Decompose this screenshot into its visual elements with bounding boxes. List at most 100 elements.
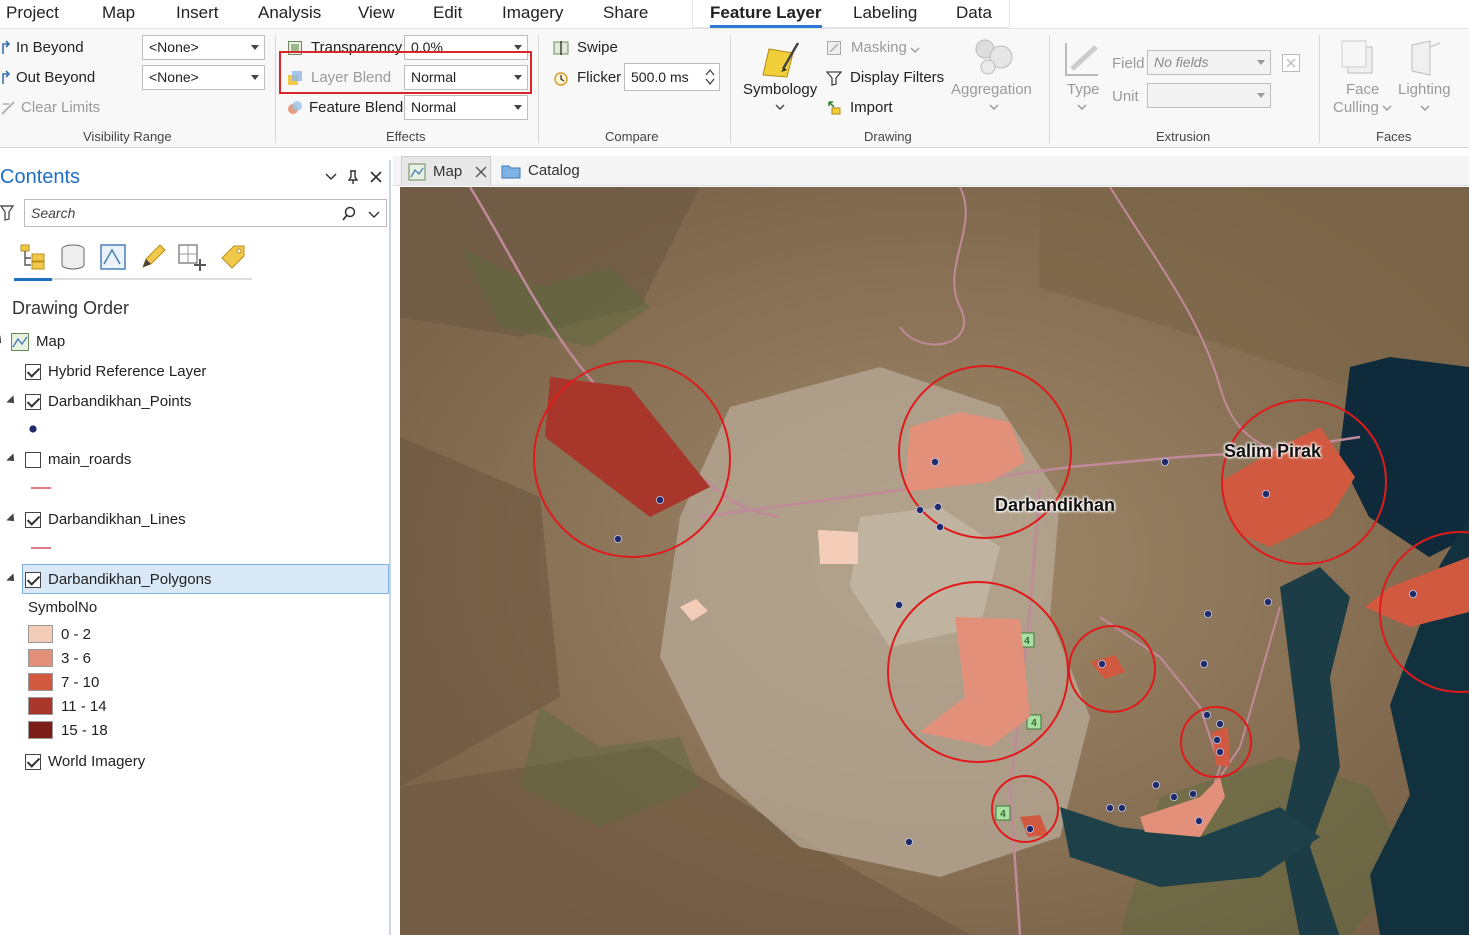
- tree-node-map[interactable]: Map: [0, 328, 390, 356]
- legend-swatch[interactable]: [28, 649, 53, 667]
- flicker-interval-stepper[interactable]: 500.0 ms: [624, 63, 720, 91]
- expression-icon[interactable]: [1281, 53, 1301, 73]
- layer-visibility-checkbox[interactable]: [25, 364, 41, 380]
- legend-swatch[interactable]: [28, 697, 53, 715]
- point-feature[interactable]: [1189, 790, 1198, 799]
- extrusion-unit-combo[interactable]: [1147, 83, 1271, 108]
- tab-map-view[interactable]: Map: [401, 156, 491, 186]
- aggregation-button[interactable]: Aggregation: [951, 81, 1032, 98]
- chevron-down-icon[interactable]: [368, 210, 380, 219]
- point-feature[interactable]: [1152, 781, 1161, 790]
- tab-view[interactable]: View: [358, 3, 395, 23]
- tab-catalog-view[interactable]: Catalog: [497, 156, 597, 186]
- expand-caret-icon[interactable]: [6, 395, 18, 407]
- out-beyond-scale-combo[interactable]: <None>: [142, 65, 265, 90]
- map-canvas[interactable]: 4 4 4: [400, 187, 1469, 935]
- expand-caret-icon[interactable]: [6, 513, 18, 525]
- point-feature[interactable]: [1216, 720, 1225, 729]
- filter-icon[interactable]: [0, 205, 14, 221]
- point-feature[interactable]: [1200, 659, 1209, 668]
- list-by-labeling-icon[interactable]: [218, 242, 248, 272]
- legend-swatch[interactable]: [28, 673, 53, 691]
- point-feature[interactable]: [1195, 817, 1204, 826]
- tab-analysis[interactable]: Analysis: [258, 3, 321, 23]
- point-feature[interactable]: [1026, 825, 1035, 834]
- point-feature[interactable]: [613, 534, 622, 543]
- tab-map[interactable]: Map: [102, 3, 135, 23]
- import-button[interactable]: Import: [850, 99, 893, 116]
- in-beyond-button[interactable]: In Beyond: [16, 39, 84, 56]
- layer-visibility-checkbox[interactable]: [25, 452, 41, 468]
- layer-row-main-roards[interactable]: main_roards: [0, 446, 390, 474]
- layer-visibility-checkbox[interactable]: [25, 394, 41, 410]
- point-feature[interactable]: [1409, 589, 1418, 598]
- point-feature[interactable]: [655, 495, 664, 504]
- close-icon[interactable]: [475, 166, 487, 178]
- masking-button[interactable]: Masking: [851, 39, 907, 56]
- legend-swatch[interactable]: [28, 721, 53, 739]
- point-feature[interactable]: [1118, 804, 1127, 813]
- feature-blend-combo[interactable]: Normal: [404, 95, 528, 120]
- extrusion-type-button[interactable]: Type: [1067, 81, 1100, 98]
- point-feature[interactable]: [894, 600, 903, 609]
- legend-swatch[interactable]: [28, 625, 53, 643]
- extrusion-field-combo[interactable]: No fields: [1147, 50, 1271, 75]
- close-icon[interactable]: [369, 170, 383, 184]
- swipe-button[interactable]: Swipe: [577, 39, 618, 56]
- tab-edit[interactable]: Edit: [433, 3, 462, 23]
- point-feature[interactable]: [904, 838, 913, 847]
- point-feature[interactable]: [934, 502, 943, 511]
- expand-caret-icon[interactable]: [6, 453, 18, 465]
- point-feature[interactable]: [1203, 711, 1212, 720]
- display-filters-button[interactable]: Display Filters: [850, 69, 944, 86]
- layer-row-world-imagery[interactable]: World Imagery: [0, 748, 390, 776]
- list-by-snapping-icon[interactable]: [176, 242, 208, 272]
- list-by-drawing-order-icon[interactable]: [18, 242, 48, 272]
- tab-share[interactable]: Share: [603, 3, 648, 23]
- point-feature[interactable]: [1216, 748, 1225, 757]
- search-input[interactable]: Search: [24, 199, 387, 227]
- tab-feature-layer[interactable]: Feature Layer: [710, 3, 822, 28]
- expand-caret-icon[interactable]: [0, 335, 5, 347]
- in-beyond-scale-combo[interactable]: <None>: [142, 35, 265, 60]
- map-icon: [11, 333, 29, 351]
- point-feature[interactable]: [931, 457, 940, 466]
- tab-insert[interactable]: Insert: [176, 3, 219, 23]
- point-feature[interactable]: [1098, 659, 1107, 668]
- layer-visibility-checkbox[interactable]: [25, 572, 41, 588]
- tab-imagery[interactable]: Imagery: [502, 3, 563, 23]
- tab-labeling[interactable]: Labeling: [853, 3, 917, 23]
- symbology-button[interactable]: Symbology: [743, 81, 817, 98]
- point-feature[interactable]: [1170, 793, 1179, 802]
- clear-limits-button[interactable]: Clear Limits: [21, 99, 100, 116]
- tab-data[interactable]: Data: [956, 3, 992, 23]
- list-by-editing-icon[interactable]: [138, 242, 168, 272]
- point-feature[interactable]: [1262, 489, 1271, 498]
- layer-row-hybrid-reference[interactable]: Hybrid Reference Layer: [0, 358, 390, 386]
- point-symbol-icon: [29, 425, 37, 433]
- map-view[interactable]: 4 4 4 Salim Pirak Darbandikhan: [400, 187, 1469, 935]
- face-culling-button[interactable]: Culling: [1333, 99, 1379, 116]
- layer-visibility-checkbox[interactable]: [25, 754, 41, 770]
- search-icon[interactable]: [341, 206, 357, 222]
- pin-icon[interactable]: [347, 169, 359, 185]
- polygon-feature[interactable]: [818, 530, 858, 564]
- point-feature[interactable]: [1204, 609, 1213, 618]
- layer-row-darbandikhan-polygons[interactable]: Darbandikhan_Polygons: [0, 566, 390, 594]
- point-feature[interactable]: [1213, 736, 1222, 745]
- expand-caret-icon[interactable]: [6, 573, 18, 585]
- list-by-data-source-icon[interactable]: [58, 242, 88, 272]
- point-feature[interactable]: [1264, 597, 1273, 606]
- point-feature[interactable]: [916, 505, 925, 514]
- list-by-selection-icon[interactable]: [98, 242, 128, 272]
- out-beyond-button[interactable]: Out Beyond: [16, 69, 95, 86]
- point-feature[interactable]: [1161, 457, 1170, 466]
- pane-options-chevron-icon[interactable]: [325, 172, 337, 182]
- point-feature[interactable]: [1106, 804, 1115, 813]
- layer-row-darbandikhan-points[interactable]: Darbandikhan_Points: [0, 388, 390, 416]
- lighting-button[interactable]: Lighting: [1398, 81, 1451, 98]
- tab-project[interactable]: Project: [6, 3, 59, 23]
- layer-row-darbandikhan-lines[interactable]: Darbandikhan_Lines: [0, 506, 390, 534]
- layer-visibility-checkbox[interactable]: [25, 512, 41, 528]
- point-feature[interactable]: [936, 522, 945, 531]
